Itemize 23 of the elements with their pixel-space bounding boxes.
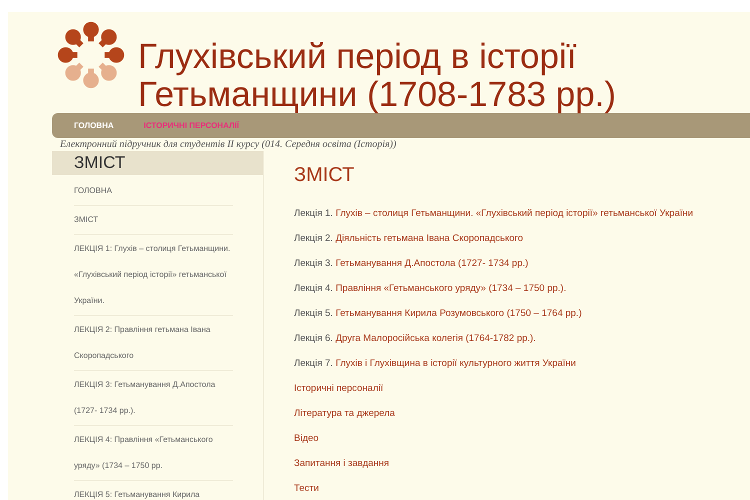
content-link[interactable]: Історичні персоналії [294, 376, 694, 401]
sidebar-heading: ЗМІСТ [52, 151, 263, 175]
content-link[interactable]: Запитання і завдання [294, 451, 694, 476]
sidebar-link[interactable]: ЛЕКЦІЯ 4: Правління «Гетьманського уряду» (1734 – 1750 рр. [74, 427, 233, 479]
content-link[interactable]: Лекція 6. Друга Малоросійська колегія (1764-1782 рр.). [294, 326, 694, 351]
sidebar-link[interactable]: ЛЕКЦІЯ 1: Глухів – столиця Гетьманщини. «Глухівський період історії» гетьманської України. [74, 236, 233, 314]
site-title: Глухівський період в історії Гетьманщини (1708-1783 рр.) [138, 38, 618, 114]
content-link[interactable]: Лекція 1. Глухів – столиця Гетьманщини. «Глухівський період історії» гетьманської України [294, 201, 694, 226]
content-link[interactable]: Література та джерела [294, 401, 694, 426]
content-link[interactable]: Лекція 7. Глухів і Глухівщина в історії культурного життя України [294, 351, 694, 376]
content-link[interactable]: Лекція 4. Правління «Гетьманського уряду» (1734 – 1750 рр.). [294, 276, 694, 301]
sidebar-link[interactable]: ГОЛОВНА [74, 178, 233, 204]
content-link[interactable]: Лекція 3. Гетьманування Д.Апостола (1727- 1734 рр.) [294, 251, 694, 276]
content-link[interactable]: Відео [294, 426, 694, 451]
sidebar-link[interactable]: ЛЕКЦІЯ 5: Гетьманування Кирила [74, 482, 233, 500]
site-subtitle: Електронний підручник для студентів ІІ курсу (014. Середня освіта (Історія)) [60, 139, 398, 151]
content-link[interactable]: Лекція 5. Гетьманування Кирила Розумовського (1750 – 1764 рр.) [294, 301, 694, 326]
sidebar-link[interactable]: ЛЕКЦІЯ 2: Правління гетьмана Івана Скоропадського [74, 317, 233, 369]
sidebar-link[interactable]: ЗМІСТ [74, 207, 233, 233]
content-link[interactable]: Тести [294, 476, 694, 500]
sidebar-link[interactable]: ЛЕКЦІЯ 3: Гетьманування Д.Апостола (1727- 1734 рр.). [74, 372, 233, 424]
content-heading: ЗМІСТ [294, 163, 356, 187]
content-link[interactable]: Лекція 2. Діяльність гетьмана Івана Скоропадського [294, 226, 694, 251]
